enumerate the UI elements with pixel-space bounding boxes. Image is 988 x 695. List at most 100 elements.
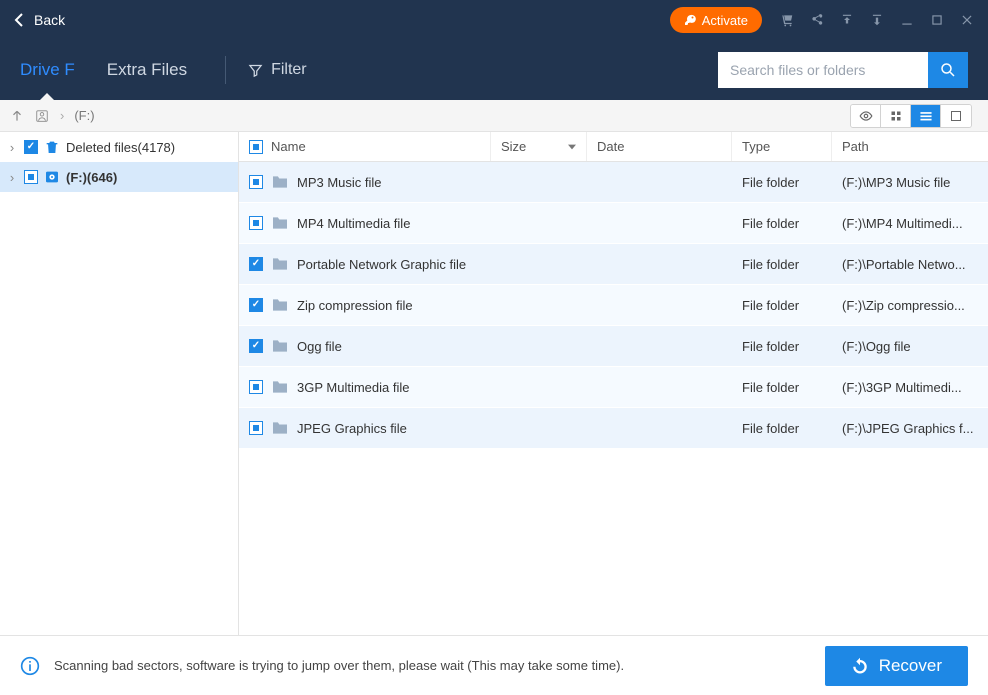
folder-icon: [271, 339, 289, 353]
tree-item[interactable]: › Deleted files(4178): [0, 132, 238, 162]
view-list-button[interactable]: [911, 105, 941, 127]
file-type: File folder: [732, 421, 832, 436]
back-button[interactable]: Back: [14, 12, 65, 28]
user-icon[interactable]: [34, 109, 50, 123]
import-icon[interactable]: [840, 13, 854, 27]
folder-icon: [271, 421, 289, 435]
col-path[interactable]: Path: [832, 132, 988, 161]
col-type[interactable]: Type: [732, 132, 832, 161]
tab-separator: [225, 56, 226, 84]
file-name: 3GP Multimedia file: [297, 380, 409, 395]
row-checkbox[interactable]: [249, 421, 263, 435]
view-detail-button[interactable]: [941, 105, 971, 127]
tab-extra-files[interactable]: Extra Files: [107, 40, 187, 100]
recover-button[interactable]: Recover: [825, 646, 968, 686]
search-box: [718, 52, 968, 88]
file-name: MP4 Multimedia file: [297, 216, 410, 231]
tree-checkbox[interactable]: [24, 170, 38, 184]
sort-icon: [568, 144, 576, 150]
folder-icon: [271, 175, 289, 189]
tree-item[interactable]: › (F:)(646): [0, 162, 238, 192]
file-name: Ogg file: [297, 339, 342, 354]
tree-label: (F:)(646): [66, 170, 117, 185]
row-checkbox[interactable]: [249, 257, 263, 271]
filter-button[interactable]: Filter: [248, 61, 307, 79]
activate-button[interactable]: Activate: [670, 7, 762, 33]
cart-icon[interactable]: [780, 13, 794, 27]
file-path: (F:)\Zip compressio...: [832, 298, 988, 313]
search-input[interactable]: [718, 52, 928, 88]
breadcrumb-location[interactable]: (F:): [74, 108, 94, 123]
file-name: JPEG Graphics file: [297, 421, 407, 436]
file-type: File folder: [732, 339, 832, 354]
row-checkbox[interactable]: [249, 380, 263, 394]
window-controls: [780, 13, 974, 27]
file-type: File folder: [732, 257, 832, 272]
row-checkbox[interactable]: [249, 175, 263, 189]
tree-label: Deleted files(4178): [66, 140, 175, 155]
table-row[interactable]: JPEG Graphics file File folder(F:)\JPEG G…: [239, 408, 988, 449]
recover-icon: [851, 657, 869, 675]
table-row[interactable]: MP4 Multimedia file File folder(F:)\MP4 M…: [239, 203, 988, 244]
share-icon[interactable]: [810, 13, 824, 27]
file-type: File folder: [732, 175, 832, 190]
footer: Scanning bad sectors, software is trying…: [0, 635, 988, 695]
back-label: Back: [34, 12, 65, 28]
trash-icon: [44, 139, 60, 155]
col-size[interactable]: Size: [491, 132, 587, 161]
file-path: (F:)\MP3 Music file: [832, 175, 988, 190]
status-message: Scanning bad sectors, software is trying…: [54, 658, 811, 673]
row-checkbox[interactable]: [249, 216, 263, 230]
minimize-button[interactable]: [900, 13, 914, 27]
file-path: (F:)\Ogg file: [832, 339, 988, 354]
titlebar: Back Activate: [0, 0, 988, 40]
view-mode-group: [850, 104, 972, 128]
table-header: Name Size Date Type Path: [239, 132, 988, 162]
file-name: Portable Network Graphic file: [297, 257, 466, 272]
file-path: (F:)\MP4 Multimedi...: [832, 216, 988, 231]
folder-icon: [271, 257, 289, 271]
table-row[interactable]: 3GP Multimedia file File folder(F:)\3GP M…: [239, 367, 988, 408]
activate-label: Activate: [702, 13, 748, 28]
folder-icon: [271, 380, 289, 394]
row-checkbox[interactable]: [249, 339, 263, 353]
select-all-checkbox[interactable]: [249, 140, 263, 154]
view-grid-button[interactable]: [881, 105, 911, 127]
toolbar: › (F:): [0, 100, 988, 132]
info-icon: [20, 656, 40, 676]
file-type: File folder: [732, 380, 832, 395]
maximize-button[interactable]: [930, 13, 944, 27]
table-row[interactable]: Ogg file File folder(F:)\Ogg file: [239, 326, 988, 367]
folder-icon: [271, 298, 289, 312]
file-path: (F:)\Portable Netwo...: [832, 257, 988, 272]
file-type: File folder: [732, 298, 832, 313]
file-path: (F:)\3GP Multimedi...: [832, 380, 988, 395]
tree-checkbox[interactable]: [24, 140, 38, 154]
breadcrumb: › (F:): [10, 108, 95, 123]
tab-drive[interactable]: Drive F: [20, 40, 75, 100]
close-button[interactable]: [960, 13, 974, 27]
up-icon[interactable]: [10, 109, 24, 123]
expand-icon[interactable]: ›: [6, 170, 18, 185]
search-button[interactable]: [928, 52, 968, 88]
export-icon[interactable]: [870, 13, 884, 27]
search-icon: [939, 61, 957, 79]
row-checkbox[interactable]: [249, 298, 263, 312]
tabbar: Drive F Extra Files Filter: [0, 40, 988, 100]
table-row[interactable]: MP3 Music file File folder(F:)\MP3 Music …: [239, 162, 988, 203]
file-table: Name Size Date Type Path MP3 Music file F…: [239, 132, 988, 635]
file-name: MP3 Music file: [297, 175, 382, 190]
file-path: (F:)\JPEG Graphics f...: [832, 421, 988, 436]
table-row[interactable]: Zip compression file File folder(F:)\Zip …: [239, 285, 988, 326]
view-preview-button[interactable]: [851, 105, 881, 127]
filter-icon: [248, 63, 263, 78]
key-icon: [684, 14, 696, 26]
chevron-left-icon: [14, 13, 24, 27]
file-type: File folder: [732, 216, 832, 231]
table-row[interactable]: Portable Network Graphic file File folder…: [239, 244, 988, 285]
col-name[interactable]: Name: [239, 132, 491, 161]
col-date[interactable]: Date: [587, 132, 732, 161]
expand-icon[interactable]: ›: [6, 140, 18, 155]
folder-icon: [271, 216, 289, 230]
file-name: Zip compression file: [297, 298, 413, 313]
